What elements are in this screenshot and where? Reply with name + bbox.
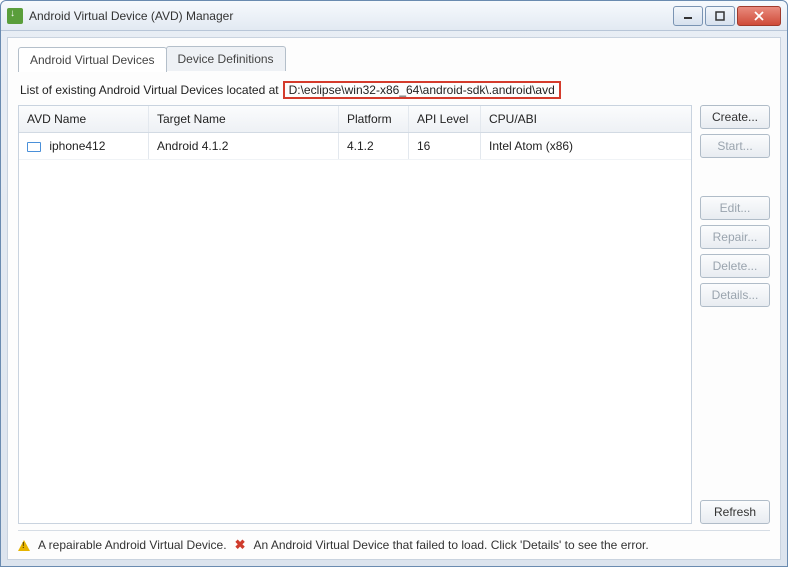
side-button-column: Create... Start... Edit... Repair... Del… [700,105,770,524]
button-gap [700,163,770,191]
window-title: Android Virtual Device (AVD) Manager [29,9,673,23]
window-frame: Android Virtual Device (AVD) Manager And… [0,0,788,567]
avd-path-highlight: D:\eclipse\win32-x86_64\android-sdk\.and… [283,81,561,99]
titlebar[interactable]: Android Virtual Device (AVD) Manager [1,1,787,31]
col-header-target[interactable]: Target Name [149,106,339,132]
error-icon: ✖ [235,537,246,553]
device-icon [27,142,41,152]
refresh-button[interactable]: Refresh [700,500,770,524]
create-button[interactable]: Create... [700,105,770,129]
legend-failed: An Android Virtual Device that failed to… [253,538,648,552]
minimize-button[interactable] [673,6,703,26]
window-controls [673,6,781,26]
cell-platform: 4.1.2 [339,133,409,159]
repair-button[interactable]: Repair... [700,225,770,249]
close-button[interactable] [737,6,781,26]
delete-button[interactable]: Delete... [700,254,770,278]
intro-text: List of existing Android Virtual Devices… [20,81,770,99]
flex-spacer [700,312,770,495]
cell-target: Android 4.1.2 [149,133,339,159]
table-body[interactable]: iphone412 Android 4.1.2 4.1.2 16 Intel A… [19,133,691,523]
col-header-platform[interactable]: Platform [339,106,409,132]
intro-prefix: List of existing Android Virtual Devices… [20,83,279,97]
close-icon [754,11,764,21]
col-header-name[interactable]: AVD Name [19,106,149,132]
avd-table: AVD Name Target Name Platform API Level … [18,105,692,524]
edit-button[interactable]: Edit... [700,196,770,220]
col-header-cpu[interactable]: CPU/ABI [481,106,691,132]
cell-name-text: iphone412 [49,139,105,153]
details-button[interactable]: Details... [700,283,770,307]
maximize-button[interactable] [705,6,735,26]
maximize-icon [715,11,725,21]
main-content: AVD Name Target Name Platform API Level … [18,105,770,524]
minimize-icon [683,11,693,21]
warning-icon [18,540,30,551]
tab-bar: Android Virtual Devices Device Definitio… [18,46,770,71]
tab-device-definitions[interactable]: Device Definitions [166,46,286,71]
start-button[interactable]: Start... [700,134,770,158]
cell-api: 16 [409,133,481,159]
cell-cpu: Intel Atom (x86) [481,133,691,159]
tab-avd[interactable]: Android Virtual Devices [18,47,167,72]
app-icon [7,8,23,24]
legend-repairable: A repairable Android Virtual Device. [38,538,227,552]
table-row[interactable]: iphone412 Android 4.1.2 4.1.2 16 Intel A… [19,133,691,160]
table-header: AVD Name Target Name Platform API Level … [19,106,691,133]
cell-name: iphone412 [19,133,149,159]
client-area: Android Virtual Devices Device Definitio… [7,37,781,560]
footer-legend: A repairable Android Virtual Device. ✖ A… [18,530,770,553]
col-header-api[interactable]: API Level [409,106,481,132]
